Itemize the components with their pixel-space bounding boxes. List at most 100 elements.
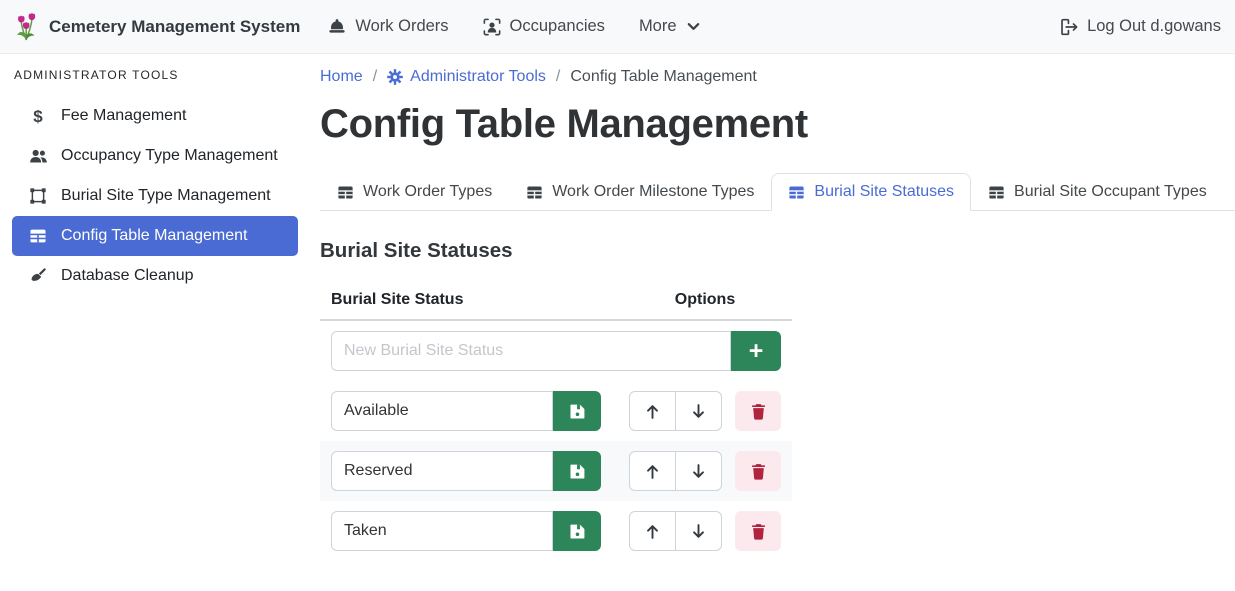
sidebar: ADMINISTRATOR TOOLS $ Fee Management Occ…: [0, 54, 310, 591]
sidebar-section-label: ADMINISTRATOR TOOLS: [12, 68, 298, 82]
tab-work-order-types[interactable]: Work Order Types: [320, 173, 509, 211]
breadcrumb-label: Administrator Tools: [410, 68, 546, 86]
breadcrumb-administrator-tools[interactable]: Administrator Tools: [387, 68, 546, 86]
new-status-row: +: [320, 320, 792, 381]
broom-icon: [28, 267, 48, 285]
sidebar-item-label: Database Cleanup: [61, 267, 194, 285]
status-input-group: [331, 391, 601, 431]
page-title: Config Table Management: [320, 102, 1235, 147]
column-header-burial-site-status: Burial Site Status: [320, 283, 618, 320]
sidebar-item-label: Config Table Management: [61, 227, 248, 245]
sidebar-list: $ Fee Management Occupancy Type Manageme…: [12, 96, 298, 296]
status-input[interactable]: [331, 511, 553, 551]
sidebar-item-config-table-management[interactable]: Config Table Management: [12, 216, 298, 256]
chevron-down-icon: [686, 19, 701, 34]
status-input-group: [331, 511, 601, 551]
tab-burial-site-occupant-types[interactable]: Burial Site Occupant Types: [971, 173, 1224, 211]
nav-item-label: Occupancies: [510, 17, 605, 36]
arrow-down-icon: [690, 403, 707, 420]
nav-item-label: More: [639, 17, 677, 36]
trash-icon: [750, 523, 767, 540]
table-icon: [788, 184, 805, 201]
sidebar-item-database-cleanup[interactable]: Database Cleanup: [12, 256, 298, 296]
logout-icon: [1060, 18, 1078, 36]
breadcrumb-separator: /: [363, 68, 387, 86]
top-navbar: Cemetery Management System Work Orders: [0, 0, 1235, 54]
trash-icon: [750, 403, 767, 420]
sidebar-item-label: Burial Site Type Management: [61, 187, 271, 205]
person-bounding-box-icon: [483, 18, 501, 36]
row-options: [629, 511, 781, 551]
tab-label: Burial Site Occupant Types: [1014, 183, 1207, 201]
table-header-row: Burial Site Status Options: [320, 283, 792, 320]
sidebar-item-occupancy-type-management[interactable]: Occupancy Type Management: [12, 136, 298, 176]
row-options: [629, 451, 781, 491]
dollar-icon: $: [28, 108, 48, 125]
tulips-logo-icon: [14, 11, 40, 43]
sidebar-item-fee-management[interactable]: $ Fee Management: [12, 96, 298, 136]
section-heading: Burial Site Statuses: [320, 239, 1235, 263]
move-up-button[interactable]: [629, 511, 676, 551]
move-up-button[interactable]: [629, 451, 676, 491]
save-icon: [569, 403, 586, 420]
nav-item-occupancies[interactable]: Occupancies: [483, 17, 605, 36]
tab-label: Work Order Milestone Types: [552, 183, 754, 201]
table-row: [320, 501, 792, 561]
nav-item-more[interactable]: More: [639, 17, 701, 36]
sidebar-item-burial-site-type-management[interactable]: Burial Site Type Management: [12, 176, 298, 216]
tab-work-order-milestone-types[interactable]: Work Order Milestone Types: [509, 173, 771, 211]
tab-bar: Work Order Types Work Order Milestone Ty…: [320, 173, 1235, 211]
move-up-button[interactable]: [629, 391, 676, 431]
arrow-up-icon: [644, 463, 661, 480]
new-status-input[interactable]: [331, 331, 731, 371]
plus-icon: +: [749, 339, 764, 364]
main-content: Home /: [310, 54, 1235, 591]
sidebar-item-label: Fee Management: [61, 107, 186, 125]
move-down-button[interactable]: [675, 391, 722, 431]
delete-button[interactable]: [735, 451, 781, 491]
gear-icon: [387, 69, 403, 85]
save-button[interactable]: [553, 391, 601, 431]
logout-button[interactable]: Log Out d.gowans: [1060, 17, 1221, 36]
move-down-button[interactable]: [675, 511, 722, 551]
row-options: [629, 391, 781, 431]
new-status-input-group: +: [331, 331, 781, 371]
sidebar-item-label: Occupancy Type Management: [61, 147, 278, 165]
breadcrumb-home[interactable]: Home: [320, 68, 363, 86]
arrow-up-icon: [644, 523, 661, 540]
table-icon: [988, 184, 1005, 201]
nav-item-work-orders[interactable]: Work Orders: [328, 17, 448, 36]
nav-links: Work Orders Occupancies: [328, 17, 700, 36]
trash-icon: [750, 463, 767, 480]
breadcrumb-label: Home: [320, 68, 363, 86]
nav-item-label: Work Orders: [355, 17, 448, 36]
brand[interactable]: Cemetery Management System: [14, 11, 300, 43]
arrow-down-icon: [690, 463, 707, 480]
status-input[interactable]: [331, 391, 553, 431]
status-input[interactable]: [331, 451, 553, 491]
hard-hat-icon: [328, 18, 346, 36]
tab-label: Work Order Types: [363, 183, 492, 201]
people-icon: [28, 147, 48, 166]
save-icon: [569, 523, 586, 540]
brand-title: Cemetery Management System: [49, 17, 300, 37]
status-input-group: [331, 451, 601, 491]
save-icon: [569, 463, 586, 480]
tab-burial-site-statuses[interactable]: Burial Site Statuses: [771, 173, 971, 211]
breadcrumb-current: Config Table Management: [570, 68, 757, 86]
table-icon: [526, 184, 543, 201]
delete-button[interactable]: [735, 391, 781, 431]
add-status-button[interactable]: +: [731, 331, 781, 371]
save-button[interactable]: [553, 451, 601, 491]
arrow-down-icon: [690, 523, 707, 540]
breadcrumb-separator: /: [546, 68, 570, 86]
table-row: [320, 441, 792, 501]
table-icon: [337, 184, 354, 201]
arrow-up-icon: [644, 403, 661, 420]
delete-button[interactable]: [735, 511, 781, 551]
move-down-button[interactable]: [675, 451, 722, 491]
save-button[interactable]: [553, 511, 601, 551]
column-header-options: Options: [618, 283, 792, 320]
bounding-box-icon: [28, 187, 48, 205]
tab-label: Burial Site Statuses: [814, 183, 954, 201]
